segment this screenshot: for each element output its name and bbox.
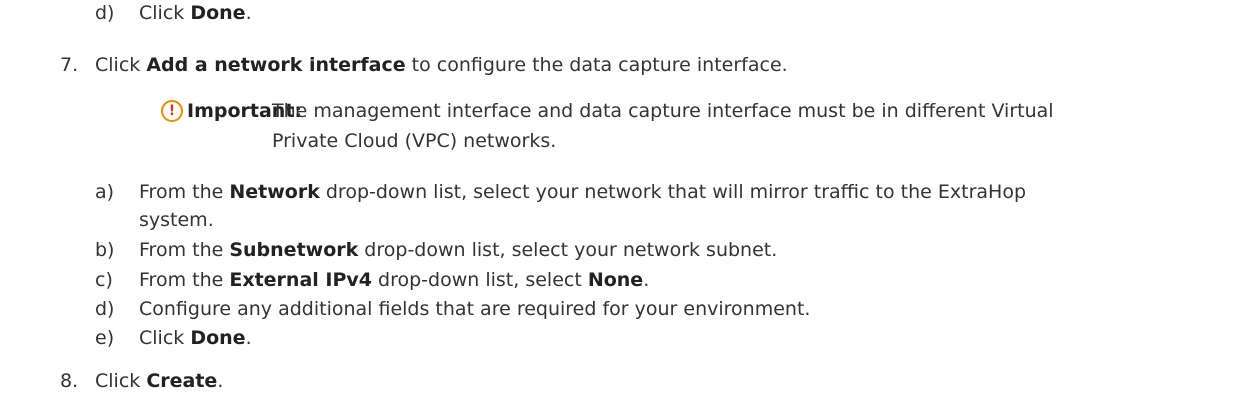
- substep-text: Click Done.: [139, 2, 252, 24]
- list-marker: e): [95, 327, 115, 349]
- ui-term-done: Done: [190, 327, 246, 349]
- substep-text: From the Network drop-down list, select …: [139, 181, 1027, 203]
- list-marker: b): [95, 239, 115, 261]
- list-marker: 7.: [60, 54, 79, 76]
- ui-term-external-ipv4: External IPv4: [229, 269, 372, 291]
- substep-text-continued: system.: [139, 209, 214, 231]
- step-text: Click Create.: [95, 370, 224, 392]
- substep-text: Configure any additional fields that are…: [139, 298, 811, 320]
- substep-text: From the External IPv4 drop-down list, s…: [139, 269, 650, 291]
- step-text: Click Add a network interface to configu…: [95, 54, 788, 76]
- important-icon: [161, 100, 183, 122]
- ui-term-create: Create: [146, 370, 218, 392]
- list-marker: 8.: [60, 370, 79, 392]
- ui-term-subnetwork: Subnetwork: [229, 239, 359, 261]
- ui-term-done: Done: [190, 2, 246, 24]
- list-marker: d): [95, 298, 115, 320]
- substep-text: Click Done.: [139, 327, 252, 349]
- important-text-line-2: Private Cloud (VPC) networks.: [272, 130, 557, 152]
- ui-term-add-network-interface: Add a network interface: [146, 54, 406, 76]
- list-marker: c): [95, 269, 113, 291]
- important-text-line-1: The management interface and data captur…: [272, 100, 1054, 122]
- ui-term-none: None: [587, 269, 644, 291]
- substep-text: From the Subnetwork drop-down list, sele…: [139, 239, 778, 261]
- list-marker: a): [95, 181, 115, 203]
- ui-term-network: Network: [229, 181, 320, 203]
- list-marker: d): [95, 2, 115, 24]
